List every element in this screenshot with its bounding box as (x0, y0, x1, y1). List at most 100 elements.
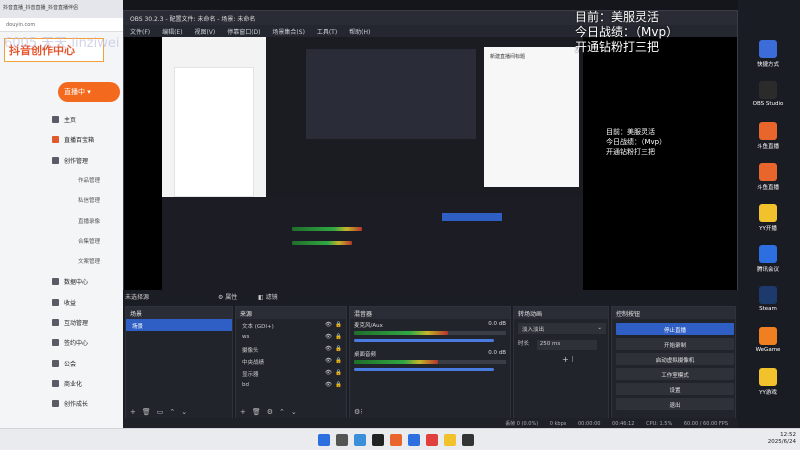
desktop-shortcut[interactable]: YY开播 (748, 204, 788, 240)
mixer-settings-icon[interactable]: ⚙⁝ (354, 408, 363, 416)
start-icon[interactable] (318, 434, 330, 446)
app-icon-1[interactable] (372, 434, 384, 446)
desktop-shortcut[interactable]: Steam (748, 286, 788, 322)
move-up-icon[interactable]: ⌃ (169, 408, 175, 416)
desktop-shortcut[interactable]: YY游戏 (748, 368, 788, 404)
control-button[interactable]: 停止直播 (616, 323, 734, 335)
lock-icon[interactable]: 🔒 (335, 370, 342, 376)
visibility-icon[interactable]: 👁 (325, 358, 332, 364)
nav-icon (52, 156, 59, 164)
search-icon[interactable] (336, 434, 348, 446)
lock-icon[interactable]: 🔒 (335, 346, 342, 352)
visibility-icon[interactable]: 👁 (325, 334, 332, 340)
obs-docks: 未选择源 ⚙ 属性 ◧ 滤镜 场景 场景 + 🗑 ▭ ⌃ ⌄ 来源 文本 (GDI+) 👁… (123, 290, 738, 425)
visibility-icon[interactable]: 👁 (325, 370, 332, 376)
source-item[interactable]: 摄像头 👁 🔒 (236, 343, 346, 355)
transition-select[interactable]: 淡入淡出 ⌄ (518, 323, 606, 334)
creator-nav-item[interactable]: 创作管理 (0, 151, 123, 171)
creator-nav-item[interactable]: 私信管理 (0, 191, 123, 211)
volume-slider[interactable] (354, 368, 494, 371)
control-button[interactable]: 开始录制 (616, 338, 734, 350)
move-down-icon[interactable]: ⌄ (181, 408, 187, 416)
menu-view[interactable]: 视图(V) (194, 29, 215, 36)
source-up-icon[interactable]: ⌃ (279, 408, 285, 416)
obs-preview[interactable]: 新建直播间标题 目前：美服灵活 今日战绩：（Mvp） 开通钻粉打三把 (124, 37, 737, 299)
scene-filter-icon[interactable]: ▭ (157, 408, 164, 416)
properties-button[interactable]: ⚙ 属性 (218, 292, 237, 301)
live-status-button[interactable]: 直播中 ▾ (58, 82, 120, 102)
creator-nav-item[interactable]: 公会 (0, 354, 123, 374)
desktop-shortcut[interactable]: 腾讯会议 (748, 245, 788, 281)
nav-label: 商业化 (64, 380, 83, 388)
lock-icon[interactable]: 🔒 (335, 358, 342, 364)
browser-tab[interactable]: 抖音直播_抖音直播_抖音直播伴侣 (0, 0, 123, 18)
visibility-icon[interactable]: 👁 (325, 322, 332, 328)
app-icon-2[interactable] (390, 434, 402, 446)
creator-nav-item[interactable]: 商业化 (0, 374, 123, 394)
add-transition-icon[interactable]: + (562, 355, 569, 364)
status-line-2: 今日战绩：（Mvp） (575, 25, 679, 39)
desktop-shortcut[interactable]: 斗鱼直播 (748, 163, 788, 199)
creator-nav-item[interactable]: 文案管理 (0, 252, 123, 272)
menu-docks[interactable]: 停靠窗口(D) (227, 29, 260, 36)
visibility-icon[interactable]: 👁 (325, 346, 332, 352)
remove-source-icon[interactable]: 🗑 (252, 408, 261, 416)
transition-menu-icon[interactable]: ⁝ (571, 355, 574, 364)
control-button[interactable]: 启动虚拟摄像机 (616, 353, 734, 365)
source-item[interactable]: 显示器 👁 🔒 (236, 367, 346, 379)
scene-item[interactable]: 场景 (126, 319, 232, 331)
creator-nav-item[interactable]: 直播录像 (0, 212, 123, 232)
volume-slider[interactable] (354, 339, 494, 342)
desktop-shortcut[interactable]: 快捷方式 (748, 40, 788, 76)
control-button[interactable]: 退出 (616, 398, 734, 410)
creator-nav-item[interactable]: 收益 (0, 293, 123, 313)
desktop-shortcut[interactable]: OBS Studio (748, 81, 788, 117)
source-down-icon[interactable]: ⌄ (291, 408, 297, 416)
menu-edit[interactable]: 编辑(E) (162, 29, 182, 36)
control-button[interactable]: 设置 (616, 383, 734, 395)
visibility-icon[interactable]: 👁 (325, 382, 332, 388)
nav-label: 直播录像 (78, 218, 101, 225)
desktop-shortcut[interactable]: 斗鱼直播 (748, 122, 788, 158)
taskbar: 12:52 2025/6/24 (0, 428, 800, 450)
obs-taskbar-icon[interactable] (462, 434, 474, 446)
creator-nav-item[interactable]: 合集管理 (0, 232, 123, 252)
app-icon-4[interactable] (426, 434, 438, 446)
creator-nav-item[interactable]: 签约中心 (0, 333, 123, 353)
source-item[interactable]: ws 👁 🔒 (236, 331, 346, 343)
source-item[interactable]: 中央战绩 👁 🔒 (236, 355, 346, 367)
source-item[interactable]: 文本 (GDI+) 👁 🔒 (236, 319, 346, 331)
creator-nav-item[interactable]: 创作成长 (0, 394, 123, 414)
add-source-icon[interactable]: + (240, 408, 246, 416)
shortcut-label: Steam (759, 306, 777, 312)
source-settings-icon[interactable]: ⚙ (267, 408, 273, 416)
menu-scene-collection[interactable]: 场景集合(S) (272, 29, 305, 36)
filters-label: 滤镜 (265, 294, 278, 301)
add-scene-icon[interactable]: + (130, 408, 136, 416)
creator-nav-item[interactable]: 主页 (0, 110, 123, 130)
network-rate: 0 kbps (549, 421, 567, 427)
creator-nav-item[interactable]: 作品管理 (0, 171, 123, 191)
desktop-shortcut[interactable]: WeGame (748, 327, 788, 363)
menu-help[interactable]: 帮助(H) (349, 29, 370, 36)
creator-nav-item[interactable]: 数据中心 (0, 272, 123, 292)
nav-icon (52, 319, 59, 326)
source-item[interactable]: bd 👁 🔒 (236, 379, 346, 391)
remove-scene-icon[interactable]: 🗑 (142, 408, 151, 416)
lock-icon[interactable]: 🔒 (335, 322, 342, 328)
app-icon-5[interactable] (444, 434, 456, 446)
creator-nav-item[interactable]: 互动管理 (0, 313, 123, 333)
volume-meter (354, 331, 449, 335)
duration-input[interactable]: 250 ms (536, 340, 597, 350)
menu-tools[interactable]: 工具(T) (317, 29, 337, 36)
transitions-header: 转场动画 (514, 307, 608, 319)
lock-icon[interactable]: 🔒 (335, 382, 342, 388)
app-icon-3[interactable] (408, 434, 420, 446)
browser-url-bar[interactable]: douyin.com (0, 18, 123, 32)
creator-nav-item[interactable]: 直播百宝箱 (0, 130, 123, 150)
control-button[interactable]: 工作室模式 (616, 368, 734, 380)
lock-icon[interactable]: 🔒 (335, 334, 342, 340)
task-view-icon[interactable] (354, 434, 366, 446)
filters-button[interactable]: ◧ 滤镜 (258, 292, 278, 301)
menu-file[interactable]: 文件(F) (130, 29, 150, 36)
